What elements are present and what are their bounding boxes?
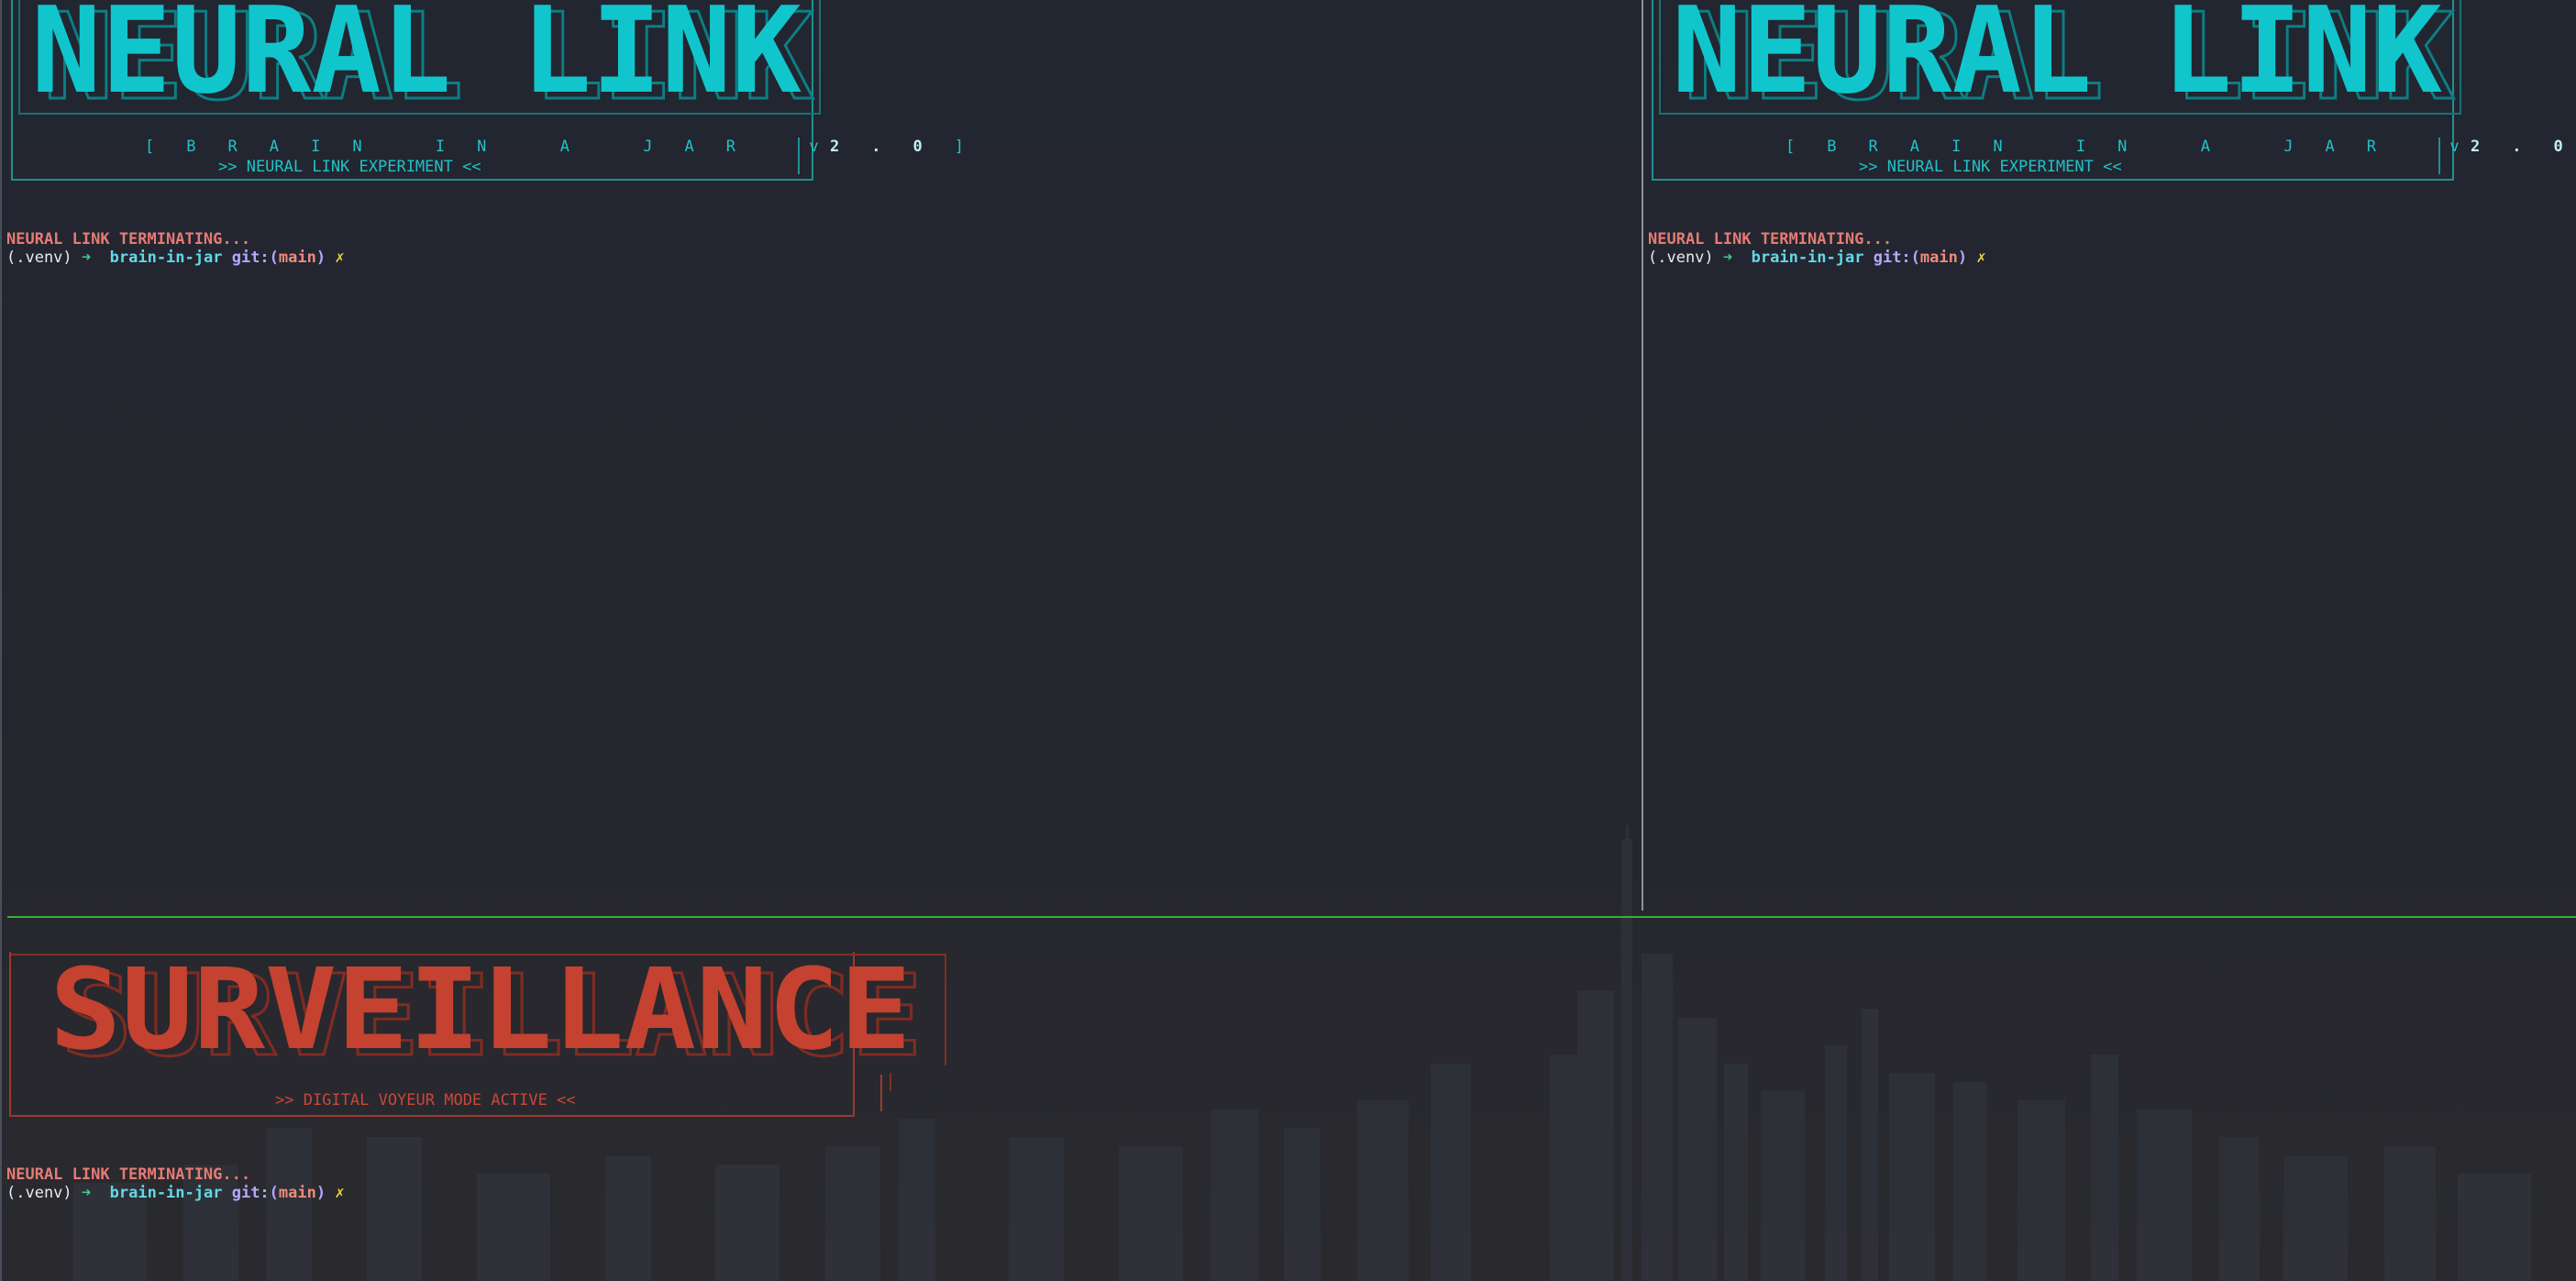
banner-tagline: >> NEURAL LINK EXPERIMENT <<: [218, 158, 481, 176]
terminal-output: NEURAL LINK TERMINATING... (.venv) ➜ bra…: [6, 230, 345, 267]
terminal-pane-bottom[interactable]: SURVEILLANCE SURVEILLANCE >> DIGITAL VOY…: [0, 919, 2576, 1281]
version-line: [ B R A I N I N A J A R v2 . 0 ]: [145, 138, 976, 156]
terminal-output: NEURAL LINK TERMINATING... (.venv) ➜ bra…: [6, 1165, 345, 1202]
surveillance-logo: SURVEILLANCE SURVEILLANCE: [50, 959, 930, 1060]
pane-divider-horizontal[interactable]: [7, 916, 2576, 918]
svg-text:NEURAL LINK: NEURAL LINK: [1672, 2, 2442, 112]
status-line: NEURAL LINK TERMINATING...: [6, 230, 251, 248]
svg-text:SURVEILLANCE: SURVEILLANCE: [50, 959, 912, 1060]
banner-tagline: >> DIGITAL VOYEUR MODE ACTIVE <<: [275, 1091, 576, 1110]
terminal-pane-top-left[interactable]: NEURAL LINK NEURAL LINK [ B R A I N I N …: [0, 0, 1642, 915]
banner-tick: [880, 1075, 882, 1111]
pane-divider-vertical[interactable]: [1642, 0, 1643, 911]
shell-prompt: (.venv) ➜ brain-in-jar git:(main) ✗: [6, 1184, 345, 1202]
neural-link-logo: NEURAL LINK NEURAL LINK: [31, 2, 820, 112]
banner-tagline: >> NEURAL LINK EXPERIMENT <<: [1859, 158, 2122, 176]
svg-text:NEURAL LINK: NEURAL LINK: [31, 2, 802, 112]
neural-link-logo: NEURAL LINK NEURAL LINK: [1672, 2, 2460, 112]
window-left-edge: [0, 0, 2, 1281]
terminal-pane-top-right[interactable]: NEURAL LINK NEURAL LINK [ B R A I N I N …: [1644, 0, 2576, 915]
terminal-output: NEURAL LINK TERMINATING... (.venv) ➜ bra…: [1648, 230, 1986, 267]
status-line: NEURAL LINK TERMINATING...: [1648, 230, 1893, 248]
banner-tick: [890, 1073, 891, 1091]
shell-prompt: (.venv) ➜ brain-in-jar git:(main) ✗: [1648, 248, 1986, 267]
shell-prompt: (.venv) ➜ brain-in-jar git:(main) ✗: [6, 248, 345, 267]
version-line: [ B R A I N I N A J A R v2 . 0 ]: [1786, 138, 2575, 156]
status-line: NEURAL LINK TERMINATING...: [6, 1165, 251, 1184]
